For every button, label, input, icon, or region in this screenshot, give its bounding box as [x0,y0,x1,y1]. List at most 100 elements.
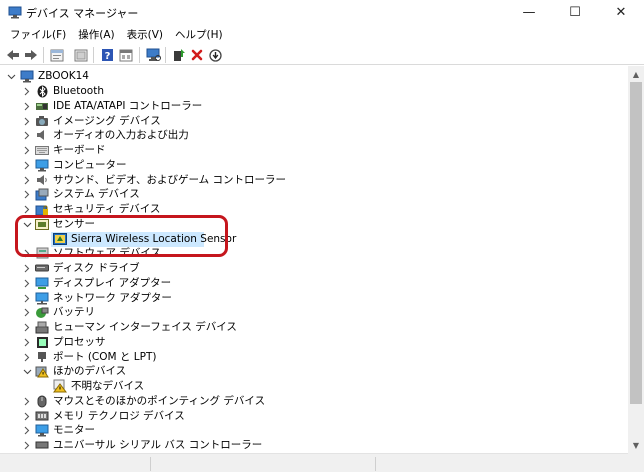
chevron-right-icon[interactable] [22,99,32,114]
menu-view[interactable]: 表示(V) [121,25,169,45]
svg-text:?: ? [104,51,110,62]
chevron-right-icon[interactable] [22,187,32,202]
tree-item-label[interactable]: ディスク ドライブ [53,261,140,276]
tree-item-label[interactable]: プロセッサ [53,335,106,350]
usb-icon [35,438,49,452]
menu-help[interactable]: ヘルプ(H) [169,25,229,45]
help-icon[interactable]: ? [99,47,115,63]
tree-item-label[interactable]: オーディオの入力および出力 [53,128,189,143]
monitor-icon [35,423,49,437]
disable-icon[interactable] [207,47,223,63]
chevron-right-icon[interactable] [22,394,32,409]
security-device-icon [35,202,49,216]
status-bar [0,453,628,472]
tree-item-label[interactable]: ポート (COM と LPT) [53,350,156,365]
tree-item-label[interactable]: Bluetooth [53,84,104,99]
tree-item-label[interactable]: 不明なデバイス [71,379,144,394]
chevron-right-icon[interactable] [22,143,32,158]
chevron-right-icon[interactable] [22,84,32,99]
scan-hardware-icon[interactable] [145,47,161,63]
device-manager-app-icon [8,6,22,19]
tree-root-label[interactable]: ZBOOK14 [38,69,89,84]
chevron-down-icon[interactable] [6,69,16,84]
back-arrow-icon[interactable] [5,47,21,63]
battery-icon [35,305,49,319]
tree-item-label[interactable]: モニター [53,423,95,438]
show-hide-icon[interactable] [73,47,89,63]
chevron-right-icon[interactable] [22,350,32,365]
toolbar-separator [139,47,140,63]
menu-file[interactable]: ファイル(F) [4,25,72,45]
minimize-button[interactable]: — [506,0,552,25]
status-segment [150,457,375,471]
chevron-right-icon[interactable] [22,128,32,143]
processor-icon [35,335,49,349]
chevron-right-icon[interactable] [22,335,32,350]
scroll-up-icon[interactable]: ▲ [628,66,644,82]
chevron-right-icon[interactable] [22,114,32,129]
other-device-icon [35,364,49,378]
properties-icon[interactable] [49,47,65,63]
tree-item-label[interactable]: システム デバイス [53,187,140,202]
device-tree: ZBOOK14 Bluetooth IDE ATA/ATAPI コントローラー イメ… [0,66,628,453]
uninstall-icon[interactable] [189,47,205,63]
tree-item-label[interactable]: コンピューター [53,158,127,173]
unknown-device-warning-icon [53,379,67,393]
chevron-right-icon[interactable] [22,261,32,276]
chevron-down-icon[interactable] [22,364,32,379]
scroll-down-icon[interactable]: ▼ [628,437,644,453]
tree-item-label[interactable]: IDE ATA/ATAPI コントローラー [53,99,202,114]
keyboard-icon [35,143,49,157]
tree-item-label[interactable]: ネットワーク アダプター [53,291,172,306]
chevron-right-icon[interactable] [22,291,32,306]
toolbar: ? [0,45,644,65]
tree-item-label[interactable]: ディスプレイ アダプター [53,276,171,291]
window-title: デバイス マネージャー [26,7,139,20]
vertical-scrollbar[interactable]: ▲ ▼ [628,66,644,453]
tree-item-label[interactable]: バッテリ [53,305,95,320]
display-adapter-icon [35,276,49,290]
hid-icon [35,320,49,334]
chevron-right-icon[interactable] [22,438,32,453]
chevron-right-icon[interactable] [22,423,32,438]
tree-item-label[interactable]: マウスとそのほかのポインティング デバイス [53,394,265,409]
tree-item-label[interactable]: イメージング デバイス [53,114,161,129]
tree-item-label[interactable]: キーボード [53,143,106,158]
status-segment [375,457,628,471]
tree-item-label[interactable]: ヒューマン インターフェイス デバイス [53,320,237,335]
chevron-right-icon[interactable] [22,276,32,291]
ide-controller-icon [35,99,49,113]
port-icon [35,350,49,364]
computer-icon [35,158,49,172]
red-highlight-annotation [15,215,228,257]
speaker-icon [35,128,49,142]
forward-arrow-icon[interactable] [23,47,39,63]
menu-action[interactable]: 操作(A) [72,25,120,45]
memory-icon [35,409,49,423]
view-icon[interactable] [118,47,134,63]
chevron-right-icon[interactable] [22,305,32,320]
toolbar-separator [93,47,94,63]
sound-icon [35,173,49,187]
tree-item-label[interactable]: ユニバーサル シリアル バス コントローラー [53,438,262,453]
chevron-right-icon[interactable] [22,158,32,173]
chevron-right-icon[interactable] [22,409,32,424]
disk-drive-icon [35,261,49,275]
toolbar-separator [43,47,44,63]
close-button[interactable]: ✕ [598,0,644,25]
toolbar-separator [165,47,166,63]
tree-item-label[interactable]: サウンド、ビデオ、およびゲーム コントローラー [53,173,286,188]
mouse-icon [35,394,49,408]
title-bar: デバイス マネージャー — ☐ ✕ [0,0,644,25]
scrollbar-thumb[interactable] [630,82,642,404]
tree-item-label[interactable]: ほかのデバイス [53,364,126,379]
menu-bar: ファイル(F) 操作(A) 表示(V) ヘルプ(H) [0,25,644,45]
chevron-right-icon[interactable] [22,173,32,188]
camera-icon [35,114,49,128]
scrollbar-corner [628,453,644,472]
update-driver-icon[interactable] [171,47,187,63]
maximize-button[interactable]: ☐ [552,0,598,25]
device-manager-window: デバイス マネージャー — ☐ ✕ ファイル(F) 操作(A) 表示(V) ヘル… [0,0,644,472]
chevron-right-icon[interactable] [22,320,32,335]
tree-item-label[interactable]: メモリ テクノロジ デバイス [53,409,185,424]
